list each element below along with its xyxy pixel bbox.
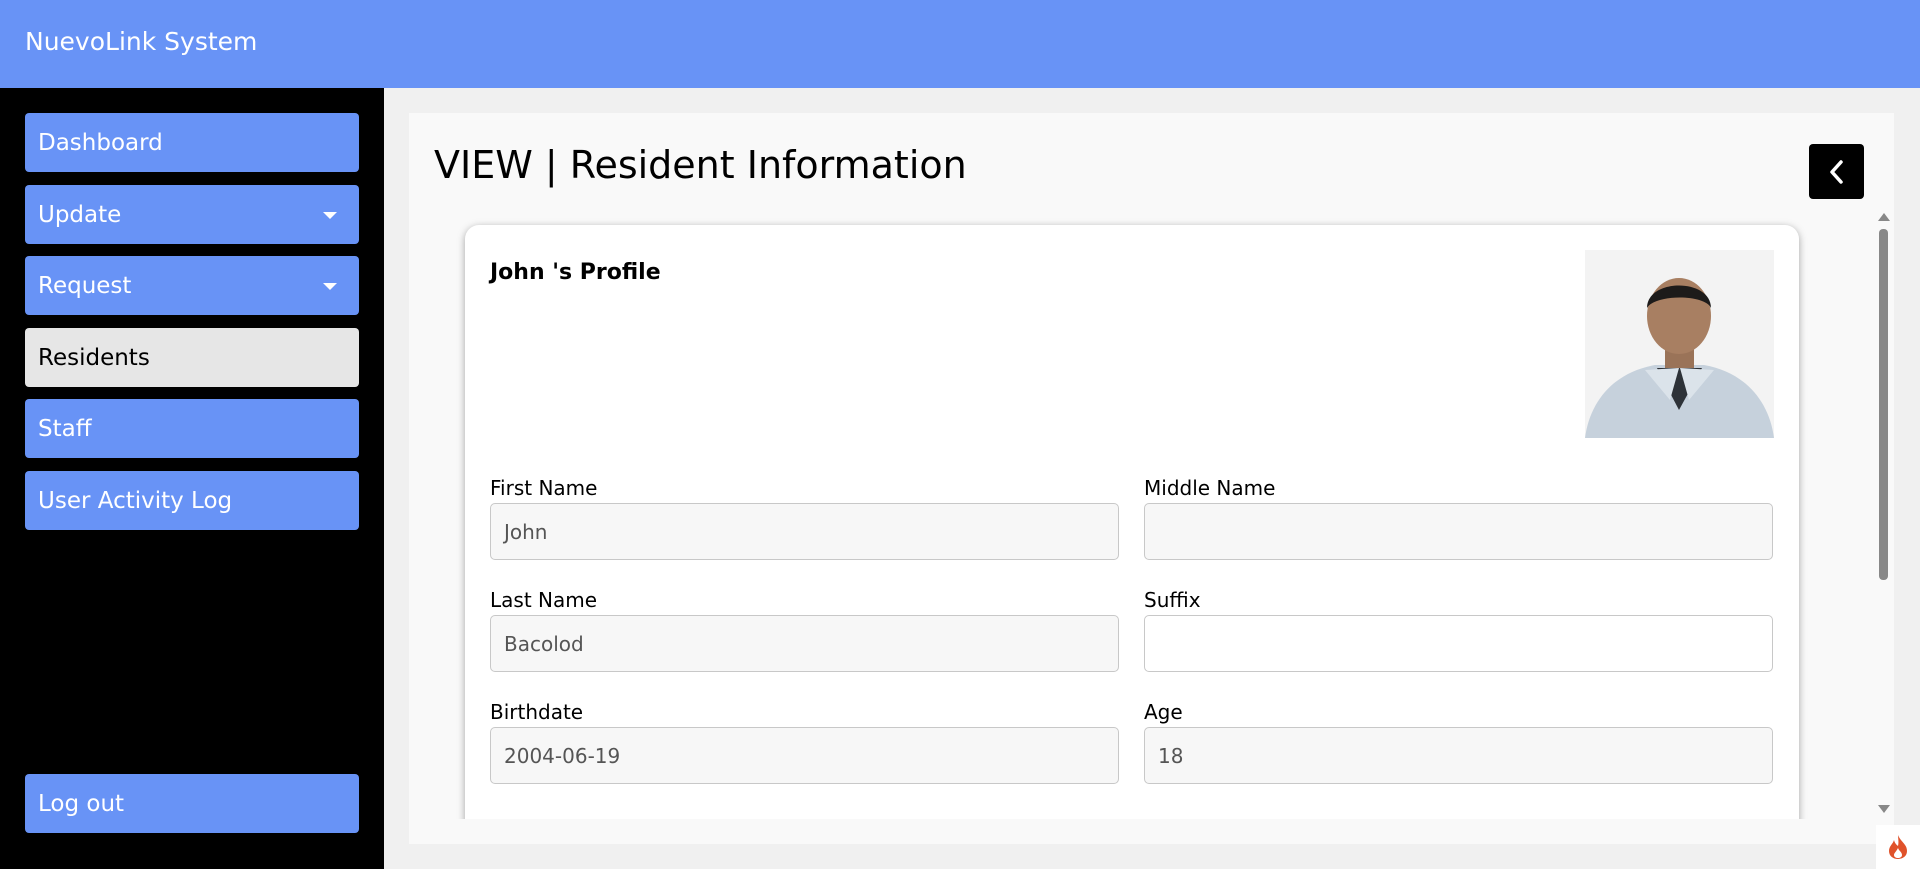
profile-card: John 's Profile First Name John Middle N… — [465, 225, 1799, 819]
sidebar-item-dashboard[interactable]: Dashboard — [25, 113, 359, 172]
resident-panel: VIEW | Resident Information John 's Prof… — [409, 113, 1894, 844]
suffix-field[interactable] — [1144, 615, 1773, 672]
chevron-left-icon — [1829, 159, 1843, 184]
logout-label: Log out — [38, 790, 125, 817]
profile-title: John 's Profile — [490, 260, 661, 285]
sidebar-item-label: Dashboard — [38, 129, 163, 156]
scrollbar[interactable] — [1874, 213, 1894, 819]
sidebar-item-label: Request — [38, 272, 132, 299]
flame-icon — [1889, 835, 1907, 859]
logout-button[interactable]: Log out — [25, 774, 359, 833]
first-name-label: First Name — [490, 476, 598, 500]
first-name-field[interactable]: John — [490, 503, 1119, 560]
sidebar: Dashboard Update Request Residents Staff… — [0, 88, 384, 869]
caret-down-icon — [323, 212, 337, 219]
scroll-up-arrow-icon[interactable] — [1878, 213, 1890, 221]
sidebar-item-label: Staff — [38, 415, 92, 442]
suffix-label: Suffix — [1144, 588, 1201, 612]
sidebar-item-staff[interactable]: Staff — [25, 399, 359, 458]
sidebar-item-update[interactable]: Update — [25, 185, 359, 244]
scroll-down-arrow-icon[interactable] — [1878, 805, 1890, 813]
scrollbar-thumb[interactable] — [1879, 229, 1888, 580]
sidebar-item-label: Update — [38, 201, 122, 228]
main-content: VIEW | Resident Information John 's Prof… — [384, 88, 1920, 869]
app-title: NuevoLink System — [25, 27, 258, 56]
back-button[interactable] — [1809, 144, 1864, 199]
sidebar-item-residents[interactable]: Residents — [25, 328, 359, 387]
age-label: Age — [1144, 700, 1183, 724]
last-name-label: Last Name — [490, 588, 598, 612]
resident-photo — [1585, 250, 1774, 438]
sidebar-item-request[interactable]: Request — [25, 256, 359, 315]
caret-down-icon — [323, 283, 337, 290]
middle-name-label: Middle Name — [1144, 476, 1276, 500]
sidebar-item-label: Residents — [38, 344, 150, 371]
profile-scroll-area[interactable]: John 's Profile First Name John Middle N… — [434, 213, 1874, 819]
sidebar-item-user-activity-log[interactable]: User Activity Log — [25, 471, 359, 530]
last-name-field[interactable]: Bacolod — [490, 615, 1119, 672]
sidebar-item-label: User Activity Log — [38, 487, 233, 514]
age-field[interactable]: 18 — [1144, 727, 1773, 784]
debug-toolbar-toggle[interactable] — [1876, 825, 1920, 869]
middle-name-field[interactable] — [1144, 503, 1773, 560]
top-bar: NuevoLink System — [0, 0, 1920, 88]
birthdate-label: Birthdate — [490, 700, 584, 724]
page-title: VIEW | Resident Information — [434, 143, 967, 187]
birthdate-field[interactable]: 2004-06-19 — [490, 727, 1119, 784]
